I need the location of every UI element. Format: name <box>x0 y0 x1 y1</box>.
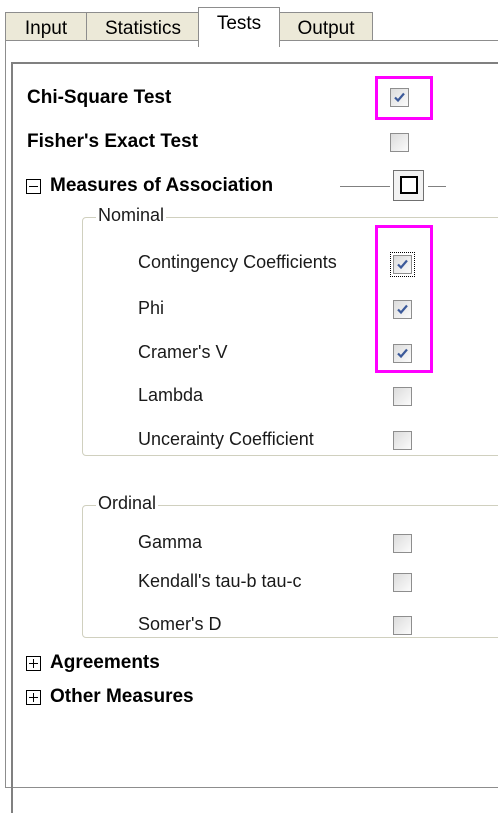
expand-toggle-icon[interactable] <box>26 690 41 705</box>
divider-line <box>428 186 446 187</box>
lambda-label: Lambda <box>138 385 204 405</box>
other-measures-label: Other Measures <box>50 686 194 707</box>
kendall-label: Kendall's tau-b tau-c <box>138 571 302 591</box>
lambda-checkbox[interactable] <box>393 387 412 406</box>
somers-d-label: Somer's D <box>138 614 222 634</box>
checkmark-icon <box>394 92 405 103</box>
kendall-checkbox[interactable] <box>393 573 412 592</box>
agreements-label: Agreements <box>50 652 160 673</box>
gamma-checkbox[interactable] <box>393 534 412 553</box>
ordinal-title: Ordinal <box>96 493 159 514</box>
measures-label: Measures of Association <box>50 175 274 196</box>
phi-checkbox[interactable] <box>393 300 412 319</box>
collapse-toggle-icon[interactable] <box>26 179 41 194</box>
fisher-label: Fisher's Exact Test <box>27 131 199 152</box>
somers-d-checkbox[interactable] <box>393 616 412 635</box>
checkmark-icon <box>397 259 408 270</box>
chi-square-checkbox[interactable] <box>390 88 409 107</box>
gamma-label: Gamma <box>138 532 203 552</box>
divider-line <box>340 186 390 187</box>
contingency-checkbox[interactable] <box>390 252 415 277</box>
checkmark-icon <box>397 348 408 359</box>
fisher-checkbox[interactable] <box>390 133 409 152</box>
toggle-all-button[interactable] <box>393 170 424 201</box>
chi-square-label: Chi-Square Test <box>27 87 172 108</box>
contingency-label: Contingency Coefficients <box>138 252 337 272</box>
tab-tests[interactable]: Tests <box>198 7 280 47</box>
cramers-v-label: Cramer's V <box>138 342 228 362</box>
uncertainty-label: Uncerainty Coefficient <box>138 429 314 449</box>
phi-label: Phi <box>138 298 165 318</box>
nominal-title: Nominal <box>96 205 167 226</box>
expand-toggle-icon[interactable] <box>26 656 41 671</box>
cramers-v-checkbox[interactable] <box>393 344 412 363</box>
uncertainty-checkbox[interactable] <box>393 431 412 450</box>
checkmark-icon <box>397 304 408 315</box>
